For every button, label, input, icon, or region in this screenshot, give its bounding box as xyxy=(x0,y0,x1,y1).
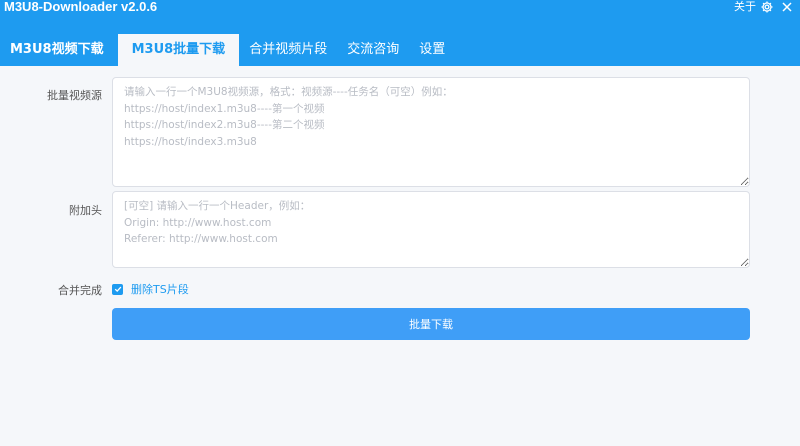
tab-settings[interactable]: 设置 xyxy=(409,34,455,66)
delete-ts-label: 删除TS片段 xyxy=(131,283,189,296)
tab-m3u8-download[interactable]: M3U8视频下载 xyxy=(0,34,118,66)
gear-icon[interactable] xyxy=(760,0,774,14)
app-header: M3U8-Downloader v2.0.6 关于 M3U8视频下载 M3U8批… xyxy=(0,0,800,66)
main-tabs: M3U8视频下载 M3U8批量下载 合并视频片段 交流咨询 设置 xyxy=(0,34,455,66)
tab-batch-download[interactable]: M3U8批量下载 xyxy=(117,34,240,66)
tab-merge-segments[interactable]: 合并视频片段 xyxy=(239,34,337,66)
merge-complete-label: 合并完成 xyxy=(58,284,102,297)
delete-ts-checkbox-row[interactable]: 删除TS片段 xyxy=(112,281,189,297)
app-title: M3U8-Downloader v2.0.6 xyxy=(4,0,158,14)
about-link[interactable]: 关于 xyxy=(734,0,756,14)
batch-sources-input[interactable] xyxy=(112,77,750,187)
check-icon xyxy=(114,286,121,292)
window-controls: 关于 xyxy=(734,0,800,14)
batch-download-button[interactable]: 批量下载 xyxy=(112,308,750,340)
tab-feedback[interactable]: 交流咨询 xyxy=(337,34,409,66)
batch-sources-label: 批量视频源 xyxy=(47,89,102,102)
headers-label: 附加头 xyxy=(69,204,102,217)
close-icon[interactable] xyxy=(782,2,792,12)
delete-ts-checkbox[interactable] xyxy=(112,283,123,295)
headers-input[interactable] xyxy=(112,191,750,268)
